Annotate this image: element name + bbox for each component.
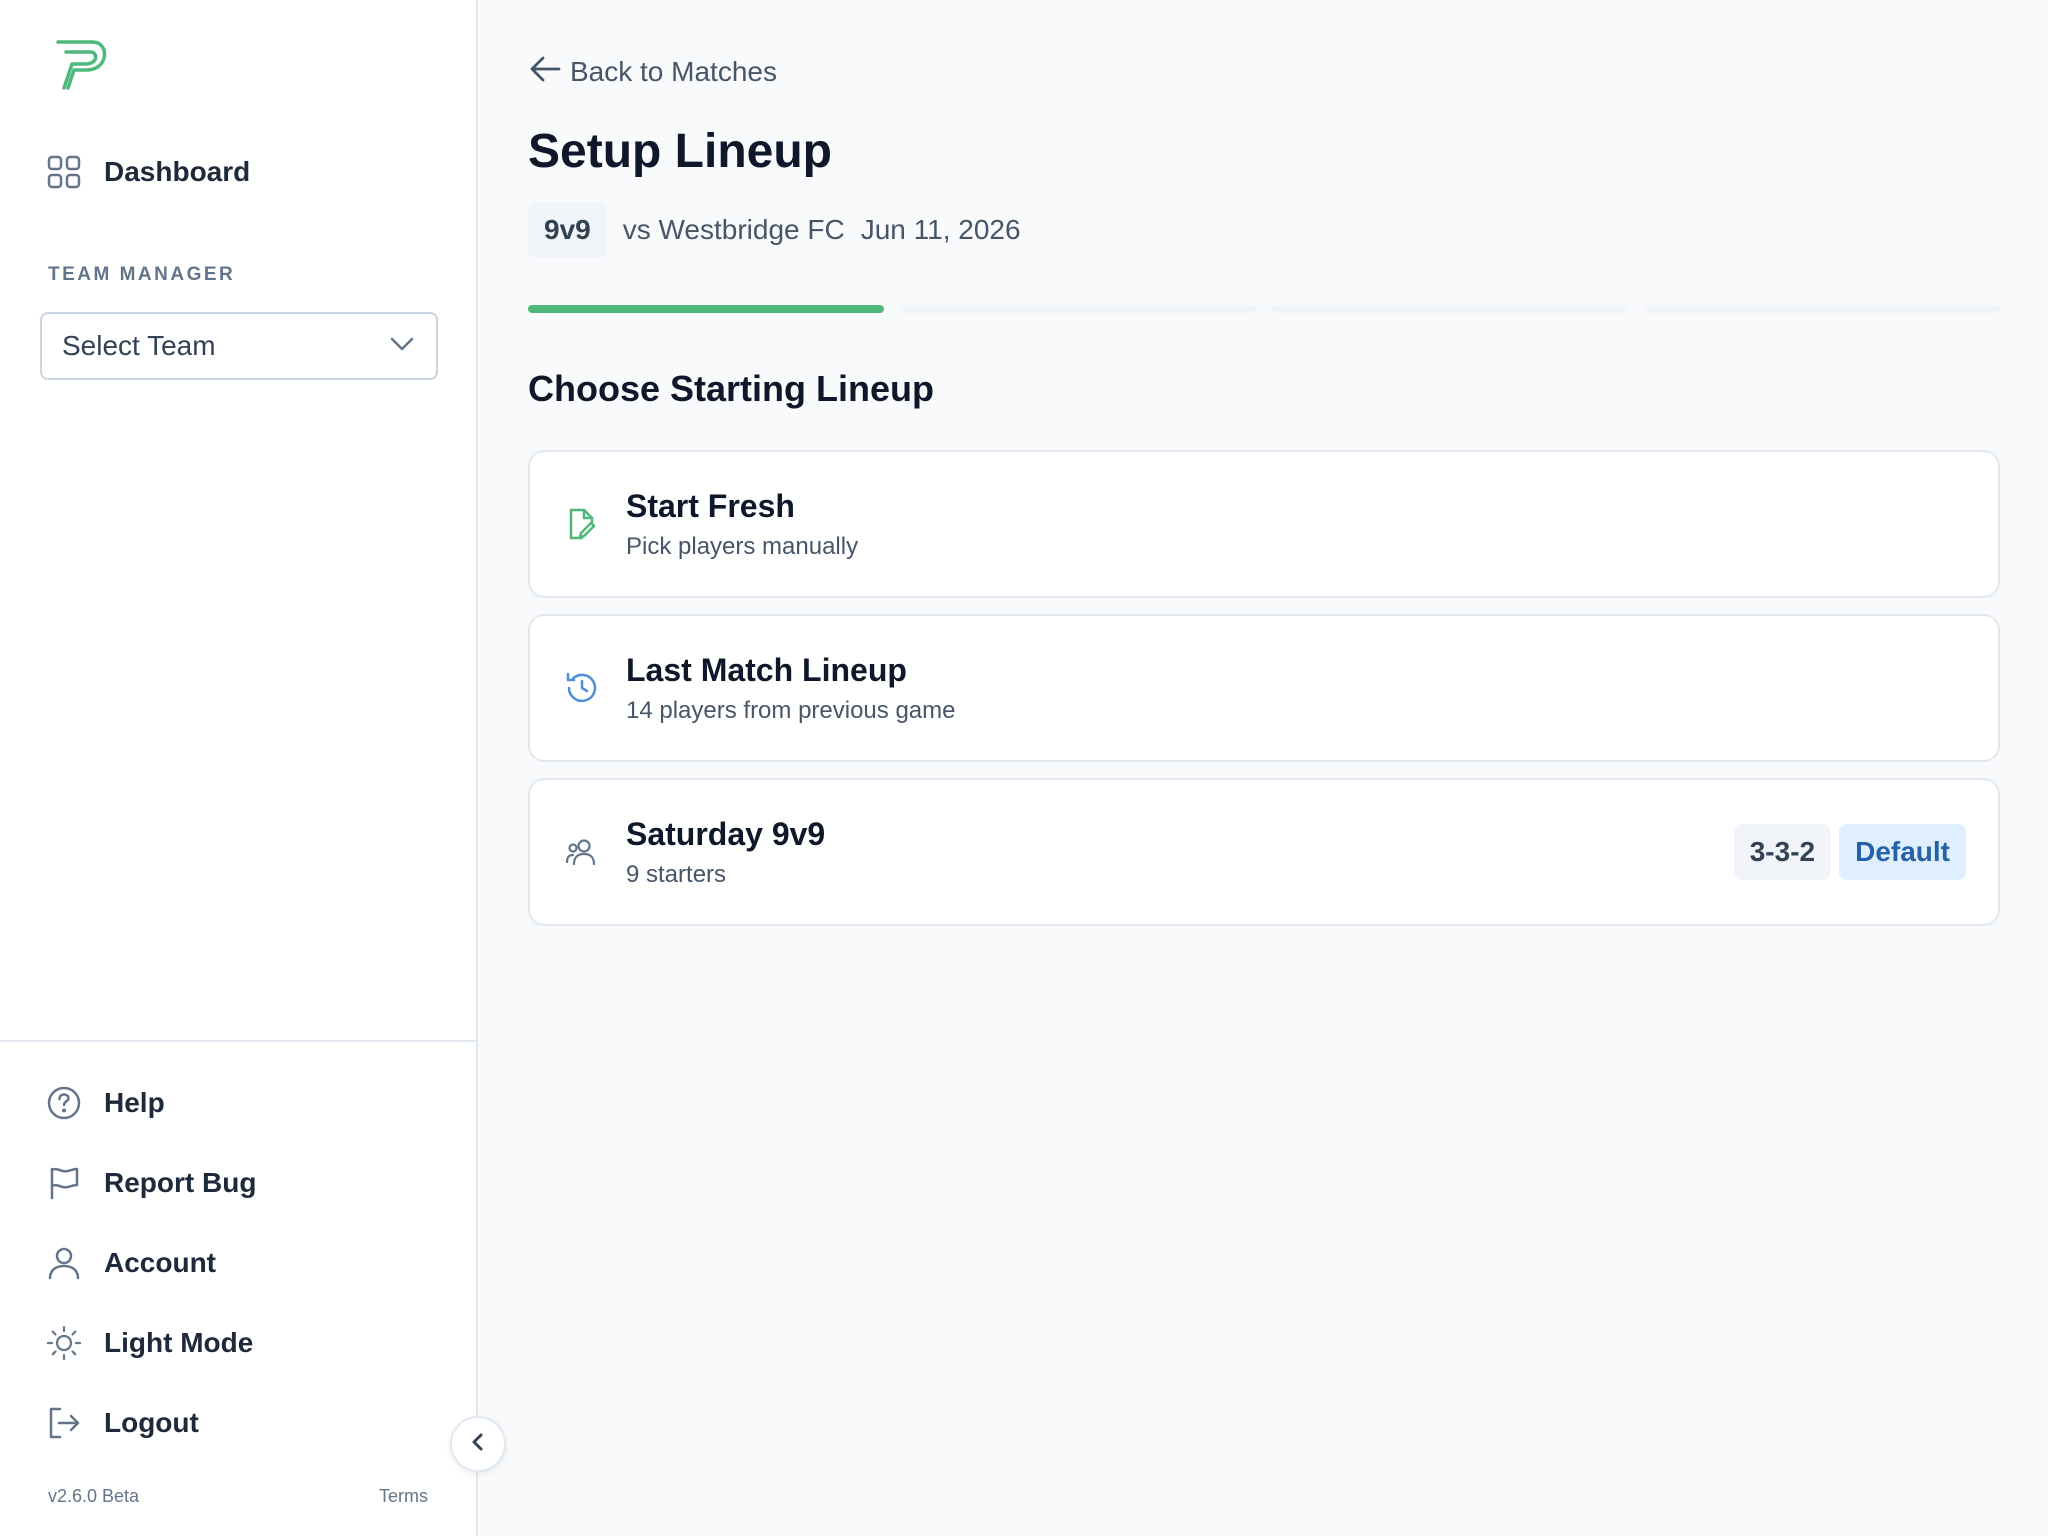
step-progress [528, 305, 2000, 313]
back-link-label: Back to Matches [570, 55, 777, 87]
collapse-sidebar-button[interactable] [450, 1416, 506, 1472]
edit-file-icon [562, 504, 602, 544]
terms-link[interactable]: Terms [379, 1486, 428, 1507]
brand-logo-icon[interactable] [52, 34, 112, 94]
option-last-match-lineup[interactable]: Last Match Lineup 14 players from previo… [528, 614, 2000, 762]
logout-icon [44, 1403, 84, 1443]
team-select-dropdown[interactable]: Select Team [40, 312, 438, 380]
team-select-value: Select Team [62, 330, 216, 361]
sidebar-divider [0, 1040, 478, 1042]
nav-dashboard[interactable]: Dashboard [44, 144, 250, 200]
nav-light-mode-label: Light Mode [104, 1327, 254, 1358]
section-title: Choose Starting Lineup [528, 368, 935, 409]
formation-badge: 3-3-2 [1733, 824, 1832, 880]
flag-icon [44, 1163, 84, 1203]
nav-logout[interactable]: Logout [44, 1395, 199, 1451]
match-meta: 9v9 vs Westbridge FC Jun 11, 2026 [528, 202, 1021, 258]
option-title: Start Fresh [626, 487, 795, 524]
app-version: v2.6.0 Beta [48, 1486, 140, 1506]
nav-account-label: Account [104, 1247, 216, 1278]
option-subtitle: 14 players from previous game [626, 696, 956, 724]
format-badge: 9v9 [528, 202, 607, 258]
users-icon [562, 832, 602, 872]
progress-step [1272, 305, 1628, 313]
progress-step [528, 305, 884, 313]
main-content: Back to Matches Setup Lineup 9v9 vs West… [528, 0, 2000, 1536]
back-to-matches-link[interactable]: Back to Matches [528, 52, 777, 91]
team-manager-heading: TEAM MANAGER [48, 264, 236, 285]
nav-light-mode[interactable]: Light Mode [44, 1315, 253, 1371]
arrow-left-icon [528, 52, 562, 91]
help-circle-icon [44, 1083, 84, 1123]
nav-account[interactable]: Account [44, 1235, 216, 1291]
option-subtitle: Pick players manually [626, 532, 859, 560]
grid-icon [44, 152, 84, 192]
default-badge: Default [1839, 824, 1966, 880]
progress-step [900, 305, 1256, 313]
nav-dashboard-label: Dashboard [104, 156, 251, 187]
nav-help[interactable]: Help [44, 1075, 165, 1131]
page-title: Setup Lineup [528, 125, 832, 178]
match-date: Jun 11, 2026 [860, 214, 1021, 245]
opponent-name: vs Westbridge FC [622, 214, 845, 245]
history-icon [562, 668, 602, 708]
sidebar: Dashboard TEAM MANAGER Select Team Help [0, 0, 478, 1536]
chevron-down-icon [388, 330, 416, 363]
option-subtitle: 9 starters [626, 860, 727, 888]
chevron-left-icon [466, 1430, 490, 1459]
nav-report-bug[interactable]: Report Bug [44, 1155, 256, 1211]
nav-help-label: Help [104, 1087, 165, 1118]
option-title: Last Match Lineup [626, 651, 907, 688]
nav-logout-label: Logout [104, 1407, 199, 1438]
progress-step [1644, 305, 2000, 313]
sun-icon [44, 1323, 84, 1363]
option-start-fresh[interactable]: Start Fresh Pick players manually [528, 450, 2000, 598]
user-icon [44, 1243, 84, 1283]
option-saturday-template[interactable]: Saturday 9v9 9 starters 3-3-2 Default [528, 778, 2000, 926]
nav-report-bug-label: Report Bug [104, 1167, 257, 1198]
option-title: Saturday 9v9 [626, 815, 826, 852]
